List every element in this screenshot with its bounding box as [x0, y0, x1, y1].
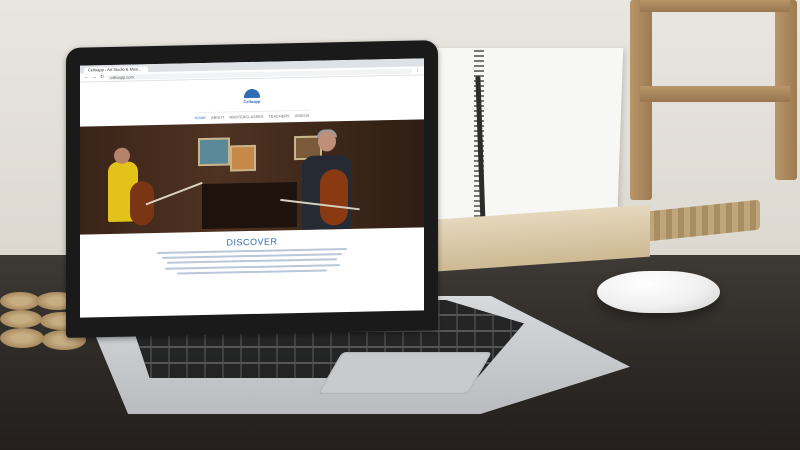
- easel-bar: [640, 0, 790, 12]
- painting: [230, 144, 256, 172]
- logo-icon[interactable]: [244, 88, 260, 99]
- text-line: [167, 258, 337, 264]
- coaster: [0, 292, 40, 310]
- nav-item-videos[interactable]: VIDEOS: [295, 114, 310, 118]
- easel-bar: [640, 86, 790, 102]
- cello-left: [130, 181, 154, 226]
- nav-item-home[interactable]: HOME: [194, 116, 206, 120]
- arrow-left-icon[interactable]: ←: [84, 73, 89, 81]
- trackpad: [317, 352, 493, 394]
- coaster: [0, 328, 44, 348]
- site-header: Celloapp HOME ABOUT MASTERCLASSES TEACHE…: [80, 75, 424, 127]
- logo-text: Celloapp: [243, 98, 261, 105]
- laptop-screen: Celloapp - Art Studio & Musi... ← → ↻ ce…: [80, 58, 424, 318]
- reload-icon[interactable]: ↻: [100, 73, 104, 81]
- cellist-right-head: [318, 131, 336, 152]
- sketchbook: [416, 48, 624, 233]
- painting: [198, 137, 230, 167]
- piano: [202, 182, 297, 230]
- nav-item-teachers[interactable]: TEACHERS: [269, 114, 290, 118]
- cello-right: [320, 168, 348, 226]
- hero-image: [80, 119, 424, 235]
- menu-icon[interactable]: ⋮: [415, 66, 420, 74]
- arrow-right-icon[interactable]: →: [92, 73, 97, 81]
- mouse: [597, 271, 720, 313]
- bow-left: [145, 181, 203, 205]
- section-heading: DISCOVER: [226, 236, 278, 248]
- nav-item-about[interactable]: ABOUT: [211, 116, 224, 120]
- main-nav: HOME ABOUT MASTERCLASSES TEACHERS VIDEOS: [194, 109, 310, 121]
- nav-item-masterclasses[interactable]: MASTERCLASSES: [229, 115, 263, 120]
- coaster: [0, 310, 42, 328]
- text-line: [177, 269, 327, 275]
- discover-section: DISCOVER: [80, 227, 424, 276]
